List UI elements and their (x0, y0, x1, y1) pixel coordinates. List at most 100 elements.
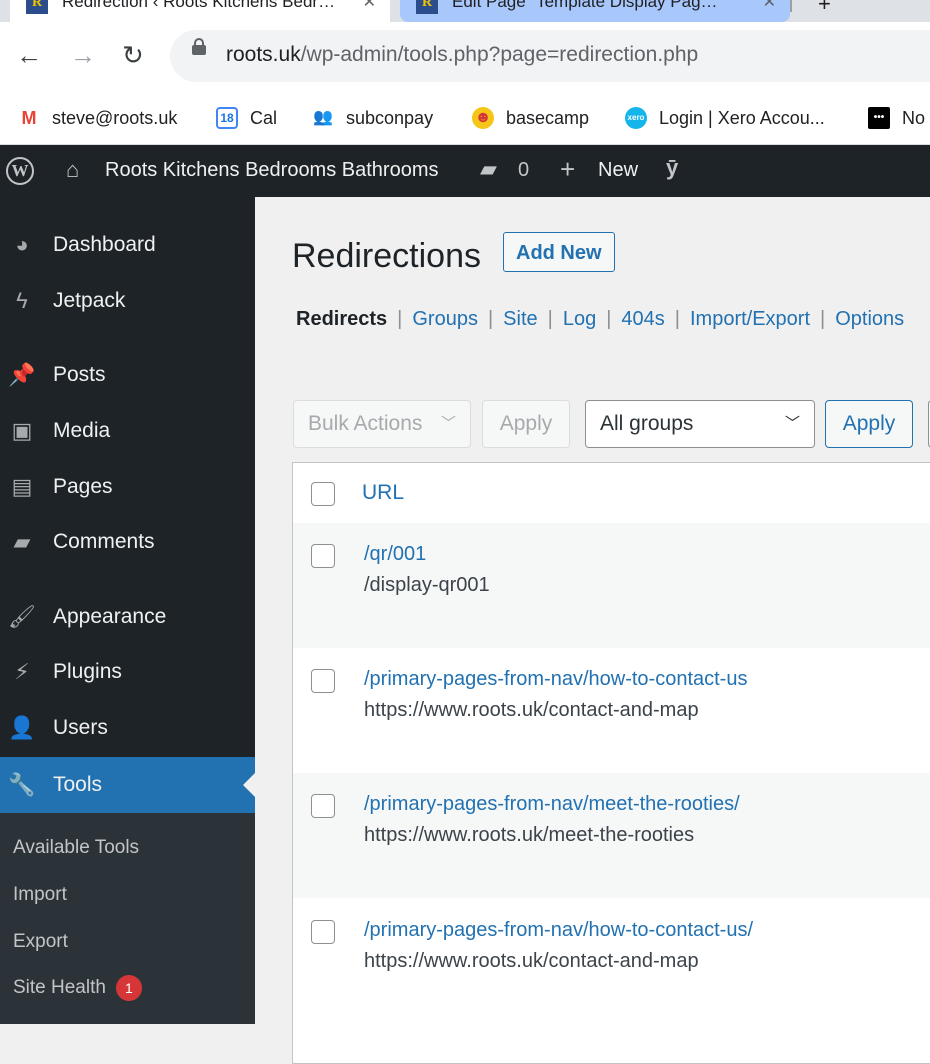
submenu-available-tools[interactable]: Available Tools (13, 837, 139, 859)
page-title: Redirections (292, 237, 481, 275)
dashboard-icon: ◕ (15, 232, 29, 257)
subnav-import-export[interactable]: Import/Export (690, 308, 810, 330)
subnav-log[interactable]: Log (563, 308, 596, 330)
menu-item-users[interactable]: 👤 Users (0, 703, 255, 753)
row-checkbox[interactable] (311, 669, 335, 693)
people-icon: 👥 (313, 109, 333, 126)
redirect-source-link[interactable]: /primary-pages-from-nav/meet-the-rooties… (364, 793, 740, 816)
add-new-button[interactable]: Add New (503, 232, 615, 272)
select-all-checkbox[interactable] (311, 482, 335, 506)
subnav-options[interactable]: Options (835, 308, 904, 330)
xero-icon: xero (625, 107, 647, 129)
table-header: URL (293, 463, 930, 524)
menu-item-plugins[interactable]: ⚡ Plugins (0, 647, 255, 697)
bookmark-xero[interactable]: xero Login | Xero Accou... (625, 104, 825, 132)
tab-separator (790, 0, 792, 12)
close-icon[interactable]: ✕ (763, 0, 776, 12)
url-text[interactable]: roots.uk/wp-admin/tools.php?page=redirec… (226, 43, 698, 67)
row-checkbox[interactable] (311, 920, 335, 944)
browser-tab-edit-page[interactable]: R Edit Page “Template Display Pag… ✕ (400, 0, 790, 22)
site-name-link[interactable]: Roots Kitchens Bedrooms Bathrooms (105, 159, 439, 182)
comment-icon[interactable]: ▰ (480, 156, 497, 182)
browser-toolbar: ← → ↻ roots.uk/wp-admin/tools.php?page=r… (0, 22, 930, 92)
wordpress-logo-icon[interactable]: W (6, 157, 34, 185)
new-content-link[interactable]: New (598, 159, 638, 182)
roots-favicon-icon: R (416, 0, 438, 14)
table-row: /primary-pages-from-nav/how-to-contact-u… (293, 899, 930, 1024)
notion-icon: ••• (868, 107, 890, 129)
back-arrow-icon[interactable]: ← (16, 40, 42, 71)
row-checkbox[interactable] (311, 544, 335, 568)
menu-item-dashboard[interactable]: ◕ Dashboard (0, 220, 255, 270)
jetpack-icon: ϟ (16, 288, 28, 313)
redirect-target: https://www.roots.uk/meet-the-rooties (364, 824, 695, 846)
menu-item-posts[interactable]: 📌 Posts (0, 350, 255, 400)
submenu-export[interactable]: Export (13, 931, 68, 953)
current-menu-arrow (243, 773, 255, 797)
redirect-target: https://www.roots.uk/contact-and-map (364, 950, 699, 972)
menu-item-appearance[interactable]: 🖌 Appearance (0, 592, 255, 642)
menu-item-media[interactable]: ▣ Media (0, 406, 255, 456)
bookmark-gmail[interactable]: M steve@roots.uk (18, 104, 177, 132)
plus-icon[interactable]: + (560, 154, 575, 185)
column-url-header[interactable]: URL (362, 481, 404, 505)
lock-icon[interactable] (192, 38, 206, 55)
bookmark-basecamp[interactable]: ☻ basecamp (472, 104, 589, 132)
redirect-source-link[interactable]: /primary-pages-from-nav/how-to-contact-u… (364, 919, 753, 942)
menu-item-comments[interactable]: ▰ Comments (0, 517, 255, 567)
table-row: /primary-pages-from-nav/meet-the-rooties… (293, 773, 930, 898)
redirect-source-link[interactable]: /qr/001 (364, 543, 426, 566)
menu-item-tools[interactable]: 🔧 Tools (0, 757, 255, 813)
bulk-actions-select[interactable]: Bulk Actions ﹀ (293, 400, 471, 448)
site-health-badge: 1 (115, 975, 142, 1001)
brush-icon: 🖌 (8, 604, 36, 629)
comment-icon: ▰ (13, 529, 31, 554)
subnav-404s[interactable]: 404s (621, 308, 664, 330)
new-tab-button[interactable]: + (818, 0, 831, 17)
bookmark-notion[interactable]: ••• No (868, 104, 925, 132)
roots-favicon-icon: R (26, 0, 48, 14)
admin-sidebar: ◕ Dashboard ϟ Jetpack 📌 Posts ▣ Media ▤ … (0, 197, 255, 1024)
home-icon[interactable]: ⌂ (66, 157, 79, 183)
basecamp-icon: ☻ (472, 107, 494, 129)
chevron-down-icon: ﹀ (784, 415, 800, 432)
comments-count[interactable]: 0 (518, 159, 529, 182)
menu-item-jetpack[interactable]: ϟ Jetpack (0, 276, 255, 326)
row-checkbox[interactable] (311, 794, 335, 818)
bookmarks-bar: M steve@roots.uk 18 Cal 👥 subconpay ☻ ba… (0, 92, 930, 145)
redirect-target: https://www.roots.uk/contact-and-map (364, 699, 699, 721)
table-row: /primary-pages-from-nav/how-to-contact-u… (293, 648, 930, 773)
redirects-table: URL /qr/001 /display-qr001 /primary-page… (292, 462, 930, 1064)
bulk-apply-button[interactable]: Apply (482, 400, 570, 448)
submenu-import[interactable]: Import (13, 884, 67, 906)
table-row: /qr/001 /display-qr001 (293, 523, 930, 648)
subnav-groups[interactable]: Groups (412, 308, 478, 330)
subnav-site[interactable]: Site (503, 308, 537, 330)
submenu-site-health[interactable]: Site Health 1 (13, 975, 142, 1001)
pin-icon: 📌 (8, 362, 36, 387)
redirect-source-link[interactable]: /primary-pages-from-nav/how-to-contact-u… (364, 668, 747, 691)
close-icon[interactable]: ✕ (363, 0, 376, 12)
subnav-redirects[interactable]: Redirects (296, 308, 387, 330)
wrench-icon: 🔧 (8, 772, 36, 797)
main-content: Redirections Add New Redirects | Groups | Si… (255, 197, 930, 1064)
bookmark-cal[interactable]: 18 Cal (216, 104, 277, 132)
media-icon: ▣ (11, 418, 33, 443)
address-bar[interactable]: roots.uk/wp-admin/tools.php?page=redirec… (170, 30, 930, 82)
yoast-icon[interactable]: ӯ (666, 155, 678, 181)
browser-tab-strip: R Redirection ‹ Roots Kitchens Bedr… ✕ R… (0, 0, 930, 22)
user-icon: 👤 (8, 715, 36, 740)
redirection-subnav: Redirects | Groups | Site | Log | 404s | Import/Ex… (296, 308, 905, 330)
bookmark-subconpay[interactable]: 👥 subconpay (312, 104, 433, 132)
pages-icon: ▤ (11, 474, 33, 499)
groups-filter-select[interactable]: All groups ﹀ (585, 400, 815, 448)
forward-arrow-icon[interactable]: → (70, 40, 96, 71)
reload-icon[interactable]: ↻ (122, 40, 144, 71)
wp-admin-bar: W ⌂ Roots Kitchens Bedrooms Bathrooms ▰ … (0, 145, 930, 197)
menu-item-pages[interactable]: ▤ Pages (0, 462, 255, 512)
chevron-down-icon: ﹀ (440, 415, 456, 432)
tab-title: Redirection ‹ Roots Kitchens Bedr… (62, 0, 336, 11)
browser-tab-redirection[interactable]: R Redirection ‹ Roots Kitchens Bedr… ✕ (10, 0, 390, 22)
filter-apply-button[interactable]: Apply (825, 400, 913, 448)
calendar-icon: 18 (216, 107, 238, 129)
